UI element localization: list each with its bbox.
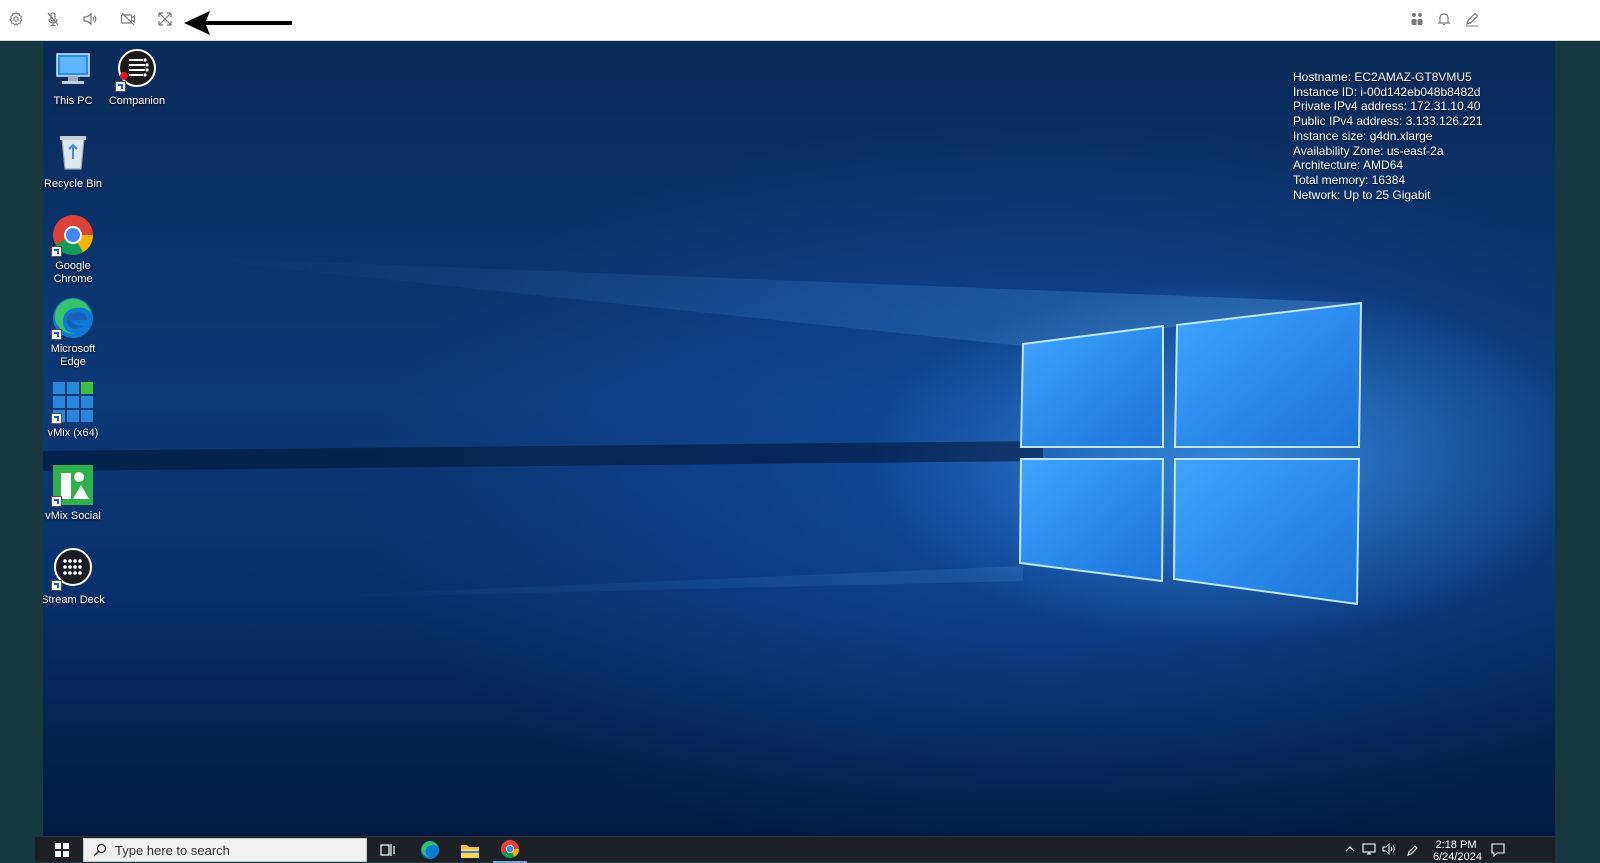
annotate-button[interactable] <box>1461 8 1483 30</box>
gear-icon <box>9 11 23 26</box>
sysinfo-architecture: Architecture: AMD64 <box>1293 158 1404 173</box>
camera-button[interactable] <box>117 8 139 30</box>
desktop-icon-google-chrome[interactable]: Google Chrome <box>43 213 108 286</box>
participants-button[interactable] <box>1406 8 1428 30</box>
desktop-icon-label: Recycle Bin <box>43 178 103 190</box>
desktop-icon-stream-deck[interactable]: Stream Deck <box>43 547 108 607</box>
tray-volume-button[interactable] <box>1382 842 1396 857</box>
desktop-icon-vmix-social[interactable]: vMix Social <box>43 463 108 523</box>
desktop-icon-companion[interactable]: Companion <box>102 48 172 108</box>
taskbar-file-explorer[interactable] <box>453 837 487 863</box>
fullscreen-button[interactable] <box>154 8 176 30</box>
notifications-button[interactable] <box>1433 8 1455 30</box>
desktop-icon-label: This PC <box>53 95 93 107</box>
shortcut-arrow-icon <box>51 580 62 591</box>
taskbar: Type here to search 2:18 PM 6/24/2024 <box>35 836 1555 863</box>
pen-icon <box>1466 12 1479 27</box>
desktop-icon-label: Companion <box>108 95 166 107</box>
desktop-icon-label: Google Chrome <box>53 260 93 285</box>
chrome-icon <box>51 213 95 257</box>
taskbar-search-box[interactable]: Type here to search <box>83 838 367 862</box>
right-frame <box>1555 41 1600 862</box>
left-frame <box>0 41 43 862</box>
stream-deck-icon <box>51 547 95 591</box>
remote-desktop[interactable]: This PC Companion Recycle Bin Google Chr… <box>43 41 1555 836</box>
recycle-bin-icon <box>51 131 95 175</box>
people-icon <box>1411 13 1423 25</box>
edge-icon <box>51 296 95 340</box>
pen-workspace-icon <box>1407 845 1418 856</box>
windows-start-icon <box>55 843 69 857</box>
tray-overflow-button[interactable] <box>1343 843 1357 857</box>
shortcut-arrow-icon <box>51 329 62 340</box>
taskbar-clock[interactable]: 2:18 PM 6/24/2024 <box>1433 839 1482 863</box>
fullscreen-icon <box>158 12 172 26</box>
sysinfo-hostname: Hostname: EC2AMAZ-GT8VMU5 <box>1293 70 1472 84</box>
tray-pen-button[interactable] <box>1406 843 1420 857</box>
desktop-icon-this-pc[interactable]: This PC <box>43 48 108 108</box>
speaker-button[interactable] <box>79 8 101 30</box>
desktop-icon-label: vMix Social <box>45 510 101 522</box>
companion-icon <box>115 48 159 92</box>
desktop-icon-label: Microsoft Edge <box>50 343 96 368</box>
session-toolbar <box>0 0 1600 41</box>
desktop-icon-vmix[interactable]: vMix (x64) <box>43 380 108 440</box>
file-explorer-icon <box>461 844 479 858</box>
shortcut-arrow-icon <box>51 246 62 257</box>
tray-network-button[interactable] <box>1362 843 1376 857</box>
bell-icon <box>1437 13 1451 26</box>
edge-icon <box>420 840 440 860</box>
desktop-icon-label: Stream Deck <box>43 594 105 606</box>
task-view-icon <box>380 844 395 856</box>
sysinfo-private-ip: Private IPv4 address: 172.31.10.40 <box>1293 99 1481 114</box>
start-button[interactable] <box>47 837 77 863</box>
camera-off-icon <box>120 12 136 26</box>
desktop-icon-microsoft-edge[interactable]: Microsoft Edge <box>43 296 108 369</box>
settings-button[interactable] <box>5 8 27 30</box>
arrow-annotation-icon <box>184 11 292 35</box>
sysinfo-availability-zone: Availability Zone: us-east-2a <box>1293 143 1444 158</box>
shortcut-arrow-icon <box>115 81 126 92</box>
sysinfo-instance-id: Instance ID: i-00d142eb048b8482d <box>1293 84 1481 99</box>
chrome-icon <box>500 839 520 859</box>
speaker-icon <box>83 12 97 26</box>
shortcut-arrow-icon <box>51 413 62 424</box>
clock-time: 2:18 PM <box>1435 839 1477 851</box>
search-icon <box>93 843 107 857</box>
sysinfo-instance-size: Instance size: g4dn.xlarge <box>1293 128 1433 143</box>
desktop-icon-recycle-bin[interactable]: Recycle Bin <box>43 131 108 191</box>
chevron-up-icon <box>1345 846 1355 852</box>
action-center-button[interactable] <box>1491 843 1505 858</box>
network-icon <box>1362 843 1376 855</box>
desktop-icon-label: vMix (x64) <box>47 427 99 439</box>
clock-date: 6/24/2024 <box>1433 851 1482 863</box>
volume-icon <box>1382 842 1395 856</box>
task-view-button[interactable] <box>373 837 403 863</box>
taskbar-chrome[interactable] <box>493 837 527 863</box>
system-info-overlay: Hostname: EC2AMAZ-GT8VMU5 Instance ID: i… <box>1293 70 1482 202</box>
sysinfo-total-memory: Total memory: 16384 <box>1293 172 1406 187</box>
microphone-button[interactable] <box>42 8 64 30</box>
vmix-social-icon <box>51 463 95 507</box>
sysinfo-public-ip: Public IPv4 address: 3.133.126.221 <box>1293 114 1483 129</box>
sysinfo-network: Network: Up to 25 Gigabit <box>1293 187 1431 202</box>
taskbar-edge[interactable] <box>413 837 447 863</box>
this-pc-icon <box>51 48 95 92</box>
vmix-icon <box>51 380 95 424</box>
notification-center-icon <box>1491 843 1505 858</box>
shortcut-arrow-icon <box>51 496 62 507</box>
search-placeholder: Type here to search <box>115 842 230 858</box>
mic-muted-icon <box>47 12 59 27</box>
